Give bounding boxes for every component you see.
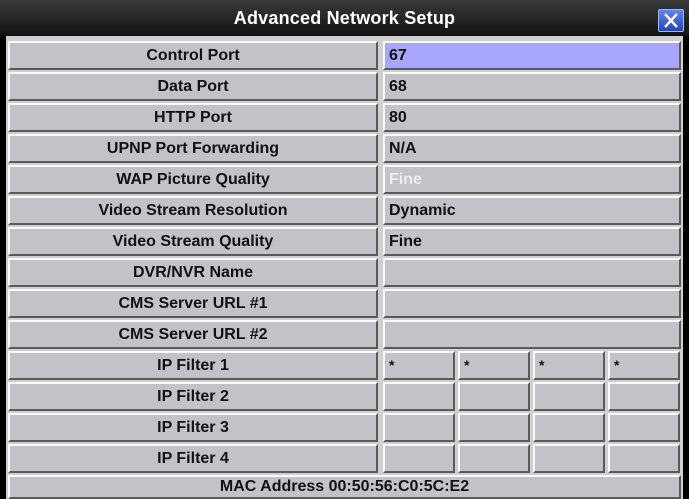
- cms-server-url-2-label: CMS Server URL #2: [8, 320, 378, 349]
- ip-filter-1-octet-2[interactable]: *: [458, 351, 530, 380]
- video-stream-resolution-label: Video Stream Resolution: [8, 196, 378, 225]
- ip-filter-3-octet-4[interactable]: [608, 413, 680, 442]
- cms-server-url-2-value[interactable]: [383, 320, 681, 349]
- ip-filter-3-octet-3[interactable]: [533, 413, 605, 442]
- ip-filter-4-octet-3[interactable]: [533, 444, 605, 473]
- wap-picture-quality-value: Fine: [383, 165, 681, 194]
- ip-filter-1-label: IP Filter 1: [8, 351, 378, 380]
- ip-filter-2-label: IP Filter 2: [8, 382, 378, 411]
- ip-filter-3-label: IP Filter 3: [8, 413, 378, 442]
- close-x-icon: [664, 13, 678, 28]
- ip-filter-2-octet-4[interactable]: [608, 382, 680, 411]
- advanced-network-setup-dialog: Advanced Network Setup Control Port 67 Dat…: [0, 0, 689, 499]
- ip-filter-4-octet-4[interactable]: [608, 444, 680, 473]
- control-port-label: Control Port: [8, 41, 378, 70]
- control-port-value[interactable]: 67: [383, 41, 681, 70]
- data-port-label: Data Port: [8, 72, 378, 101]
- http-port-value[interactable]: 80: [383, 103, 681, 132]
- dvr-nvr-name-label: DVR/NVR Name: [8, 258, 378, 287]
- mac-address-label: MAC Address 00:50:56:C0:5C:E2: [8, 475, 681, 499]
- ip-filter-1-octet-1[interactable]: *: [383, 351, 455, 380]
- wap-picture-quality-label: WAP Picture Quality: [8, 165, 378, 194]
- video-stream-resolution-value[interactable]: Dynamic: [383, 196, 681, 225]
- ip-filter-4-octet-1[interactable]: [383, 444, 455, 473]
- ip-filter-4-label: IP Filter 4: [8, 444, 378, 473]
- data-port-value[interactable]: 68: [383, 72, 681, 101]
- title-bar: Advanced Network Setup: [0, 0, 689, 36]
- dialog-title: Advanced Network Setup: [233, 8, 456, 28]
- cms-server-url-1-value[interactable]: [383, 289, 681, 318]
- video-stream-quality-label: Video Stream Quality: [8, 227, 378, 256]
- ip-filter-1-octet-4[interactable]: *: [608, 351, 680, 380]
- cms-server-url-1-label: CMS Server URL #1: [8, 289, 378, 318]
- video-stream-quality-value[interactable]: Fine: [383, 227, 681, 256]
- ip-filter-3-octet-2[interactable]: [458, 413, 530, 442]
- ip-filter-2-octet-1[interactable]: [383, 382, 455, 411]
- close-button[interactable]: [658, 9, 684, 32]
- upnp-port-forwarding-label: UPNP Port Forwarding: [8, 134, 378, 163]
- ip-filter-1-octet-3[interactable]: *: [533, 351, 605, 380]
- ip-filter-2-octet-2[interactable]: [458, 382, 530, 411]
- ip-filter-3-octet-1[interactable]: [383, 413, 455, 442]
- ip-filter-2-octet-3[interactable]: [533, 382, 605, 411]
- dvr-nvr-name-value[interactable]: [383, 258, 681, 287]
- http-port-label: HTTP Port: [8, 103, 378, 132]
- settings-panel: Control Port 67 Data Port 68 HTTP Port 80 UPNP…: [6, 36, 683, 499]
- upnp-port-forwarding-value[interactable]: N/A: [383, 134, 681, 163]
- ip-filter-4-octet-2[interactable]: [458, 444, 530, 473]
